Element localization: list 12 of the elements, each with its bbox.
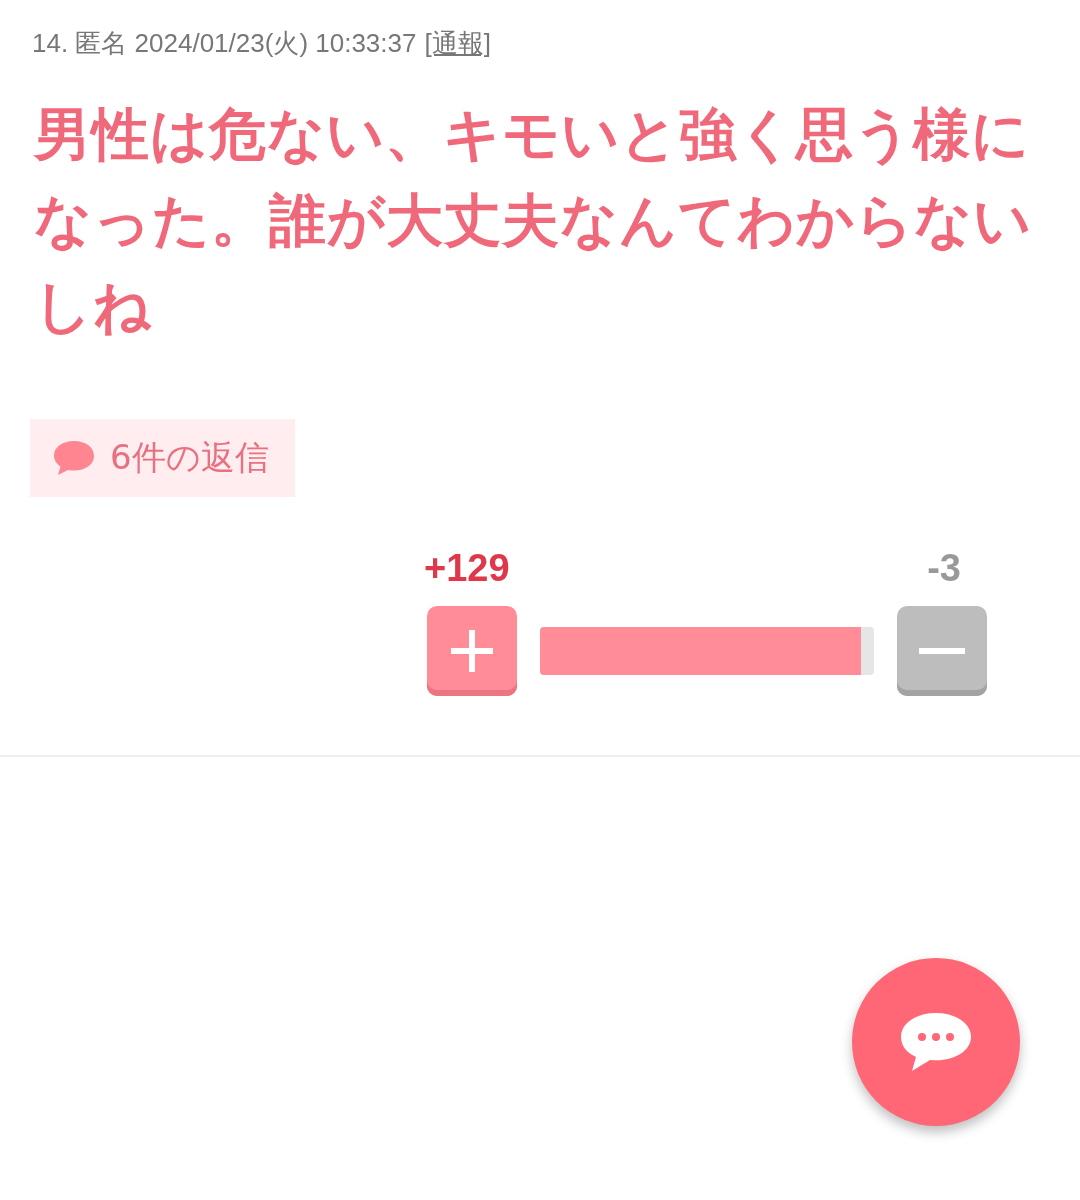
chat-bubble-icon: [899, 1011, 973, 1073]
plus-count: +129: [424, 547, 510, 590]
plus-button[interactable]: [427, 606, 517, 696]
minus-count: -3: [927, 547, 961, 590]
plus-icon: [449, 628, 495, 674]
comment-text: 男性は危ない、キモいと強く思う様になった。誰が大丈夫なんてわからないしね: [34, 100, 1033, 341]
report-link[interactable]: [通報]: [424, 26, 491, 61]
minus-button[interactable]: [897, 606, 987, 696]
speech-bubble-icon: [52, 439, 96, 477]
replies-button[interactable]: 6件の返信: [30, 419, 295, 497]
post-meta: 14. 匿名 2024/01/23(火) 10:33:37: [32, 27, 417, 60]
minus-icon: [919, 648, 965, 654]
